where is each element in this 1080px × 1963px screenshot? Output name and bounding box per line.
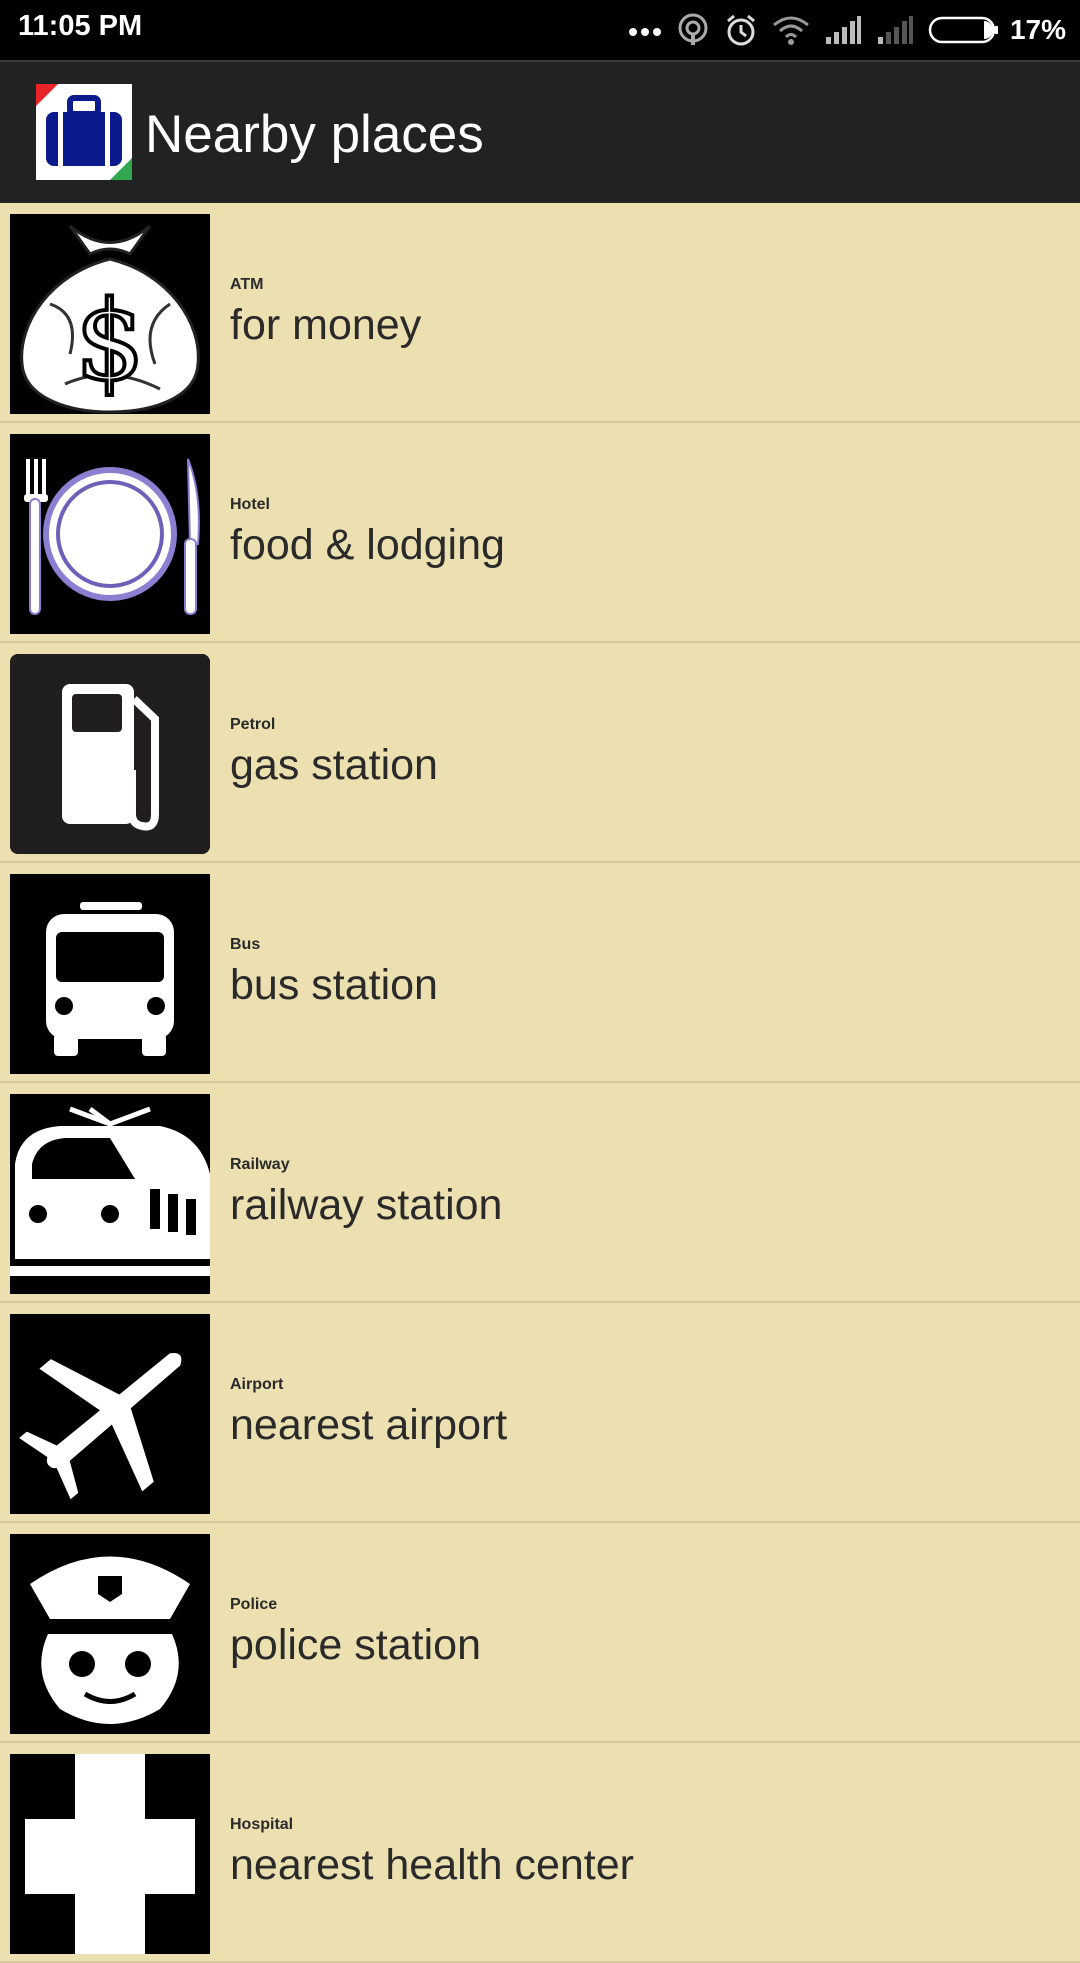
- svg-text:$: $: [75, 277, 145, 405]
- money-bag-icon: $: [10, 214, 210, 414]
- wifi-icon: [772, 15, 810, 45]
- place-category: ATM: [230, 276, 264, 293]
- hotspot-icon: [676, 13, 710, 47]
- place-title: nearest health center: [230, 1841, 634, 1889]
- list-item-atm[interactable]: $ ATM for money: [0, 203, 1080, 423]
- signal-icon: [824, 15, 862, 45]
- app-bar: Nearby places: [0, 60, 1080, 203]
- place-title: police station: [230, 1621, 481, 1669]
- suitcase-icon: [36, 84, 132, 180]
- medical-cross-icon: [10, 1754, 210, 1954]
- list-item-petrol[interactable]: Petrol gas station: [0, 643, 1080, 863]
- place-category: Bus: [230, 936, 261, 953]
- status-icons: 17%: [628, 8, 1066, 52]
- place-category: Hotel: [230, 496, 270, 513]
- place-title: nearest airport: [230, 1401, 508, 1449]
- place-title: railway station: [230, 1181, 503, 1229]
- police-icon: [10, 1534, 210, 1734]
- list-item-hospital[interactable]: Hospital nearest health center: [0, 1743, 1080, 1963]
- list-item-hotel[interactable]: Hotel food & lodging: [0, 423, 1080, 643]
- place-category: Railway: [230, 1156, 290, 1173]
- page-title: Nearby places: [145, 105, 484, 164]
- place-title: bus station: [230, 961, 438, 1009]
- battery-icon: [928, 15, 1000, 45]
- airplane-icon: [10, 1314, 210, 1514]
- more-dots-icon: [628, 24, 662, 36]
- place-title: food & lodging: [230, 521, 505, 569]
- list-item-bus[interactable]: Bus bus station: [0, 863, 1080, 1083]
- status-bar: 11:05 PM 17%: [0, 0, 1080, 60]
- list-item-airport[interactable]: Airport nearest airport: [0, 1303, 1080, 1523]
- battery-percent: 17%: [1009, 14, 1066, 45]
- places-list: $ ATM for money Hotel food & lodging Pet…: [0, 203, 1080, 1963]
- place-title: for money: [230, 301, 422, 349]
- train-icon: [10, 1094, 210, 1294]
- bus-icon: [10, 874, 210, 1074]
- place-category: Hospital: [230, 1816, 294, 1833]
- status-time: 11:05 PM: [18, 10, 143, 42]
- alarm-icon: [724, 13, 758, 47]
- place-title: gas station: [230, 741, 438, 789]
- place-category: Police: [230, 1596, 278, 1613]
- fuel-pump-icon: [10, 654, 210, 854]
- plate-cutlery-icon: [10, 434, 210, 634]
- place-category: Petrol: [230, 716, 276, 733]
- signal-weak-icon: [876, 15, 914, 45]
- list-item-railway[interactable]: Railway railway station: [0, 1083, 1080, 1303]
- list-item-police[interactable]: Police police station: [0, 1523, 1080, 1743]
- place-category: Airport: [230, 1376, 284, 1393]
